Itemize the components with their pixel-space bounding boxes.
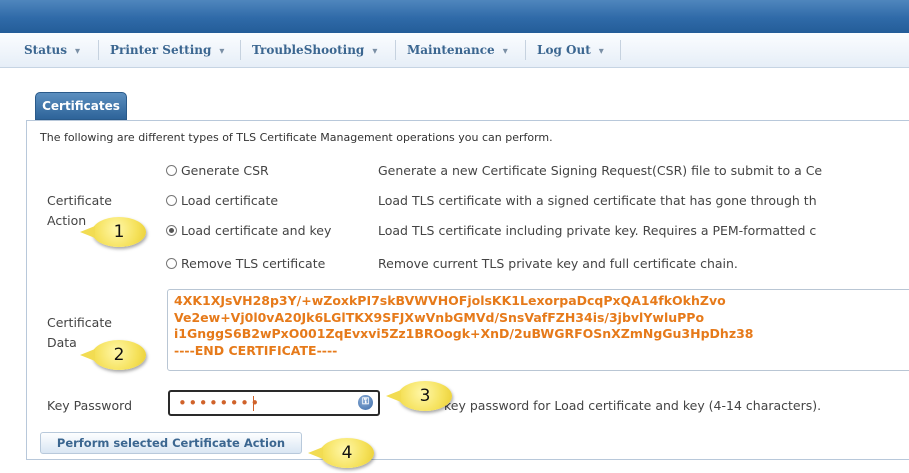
key-password-label: Key Password — [47, 398, 133, 413]
password-key-icon[interactable]: ⚿ — [358, 395, 373, 410]
certificates-section-tab: Certificates — [35, 92, 127, 120]
callout-marker: 2 — [80, 340, 146, 370]
certificate-data-textarea[interactable]: 4XK1XJsVH28p3Y/+wZoxkPI7skBVWVHOFjolsKK1… — [167, 289, 909, 371]
perform-certificate-action-button[interactable]: Perform selected Certificate Action — [40, 432, 302, 454]
chevron-down-icon: ▾ — [502, 46, 508, 57]
nav-separator — [525, 40, 526, 60]
chevron-down-icon: ▾ — [75, 46, 81, 57]
radio-button-selected[interactable] — [166, 225, 177, 236]
nav-maintenance-menu[interactable]: Maintenance ▾ — [401, 33, 514, 67]
certificate-data-line: i1GnggS6B2wPxO001ZqEvxvi5Zz1BROogk+XnD/2… — [174, 326, 754, 341]
radio-button[interactable] — [166, 165, 177, 176]
certificate-data-line: Ve2ew+Vj0l0vA20Jk6LGlTKX9SFJXwVnbGMVd/Sn… — [174, 309, 705, 325]
callout-marker: 1 — [80, 217, 146, 247]
main-nav: Status ▾ Printer Setting ▾ TroubleShooting… — [0, 33, 909, 68]
chevron-down-icon: ▾ — [219, 46, 225, 57]
callout-marker: 3 — [386, 381, 452, 411]
text-cursor — [253, 396, 254, 411]
certificate-data-line: ----END CERTIFICATE---- — [174, 342, 338, 358]
certificate-data-line: 4XK1XJsVH28p3Y/+wZoxkPI7skBVWVHOFjolsKK1… — [174, 293, 726, 308]
nav-logout-menu[interactable]: Log Out ▾ — [531, 33, 610, 67]
nav-separator — [98, 40, 99, 60]
key-password-hint: key password for Load certificate and ke… — [444, 398, 822, 413]
nav-status-menu[interactable]: Status ▾ — [18, 33, 86, 67]
top-header-bar — [0, 0, 909, 33]
radio-button[interactable] — [166, 195, 177, 206]
nav-separator — [395, 40, 396, 60]
key-password-input[interactable]: •••••••• ⚿ — [168, 390, 380, 416]
chevron-down-icon: ▾ — [598, 46, 604, 57]
callout-marker: 4 — [308, 438, 374, 468]
chevron-down-icon: ▾ — [372, 46, 378, 57]
nav-troubleshooting-menu[interactable]: TroubleShooting ▾ — [246, 33, 383, 67]
radio-button[interactable] — [166, 258, 177, 269]
key-password-value: •••••••• — [178, 394, 261, 412]
nav-separator — [620, 40, 621, 60]
nav-separator — [240, 40, 241, 60]
nav-printer-setting-menu[interactable]: Printer Setting ▾ — [104, 33, 230, 67]
certificates-intro-text: The following are different types of TLS… — [40, 131, 553, 144]
